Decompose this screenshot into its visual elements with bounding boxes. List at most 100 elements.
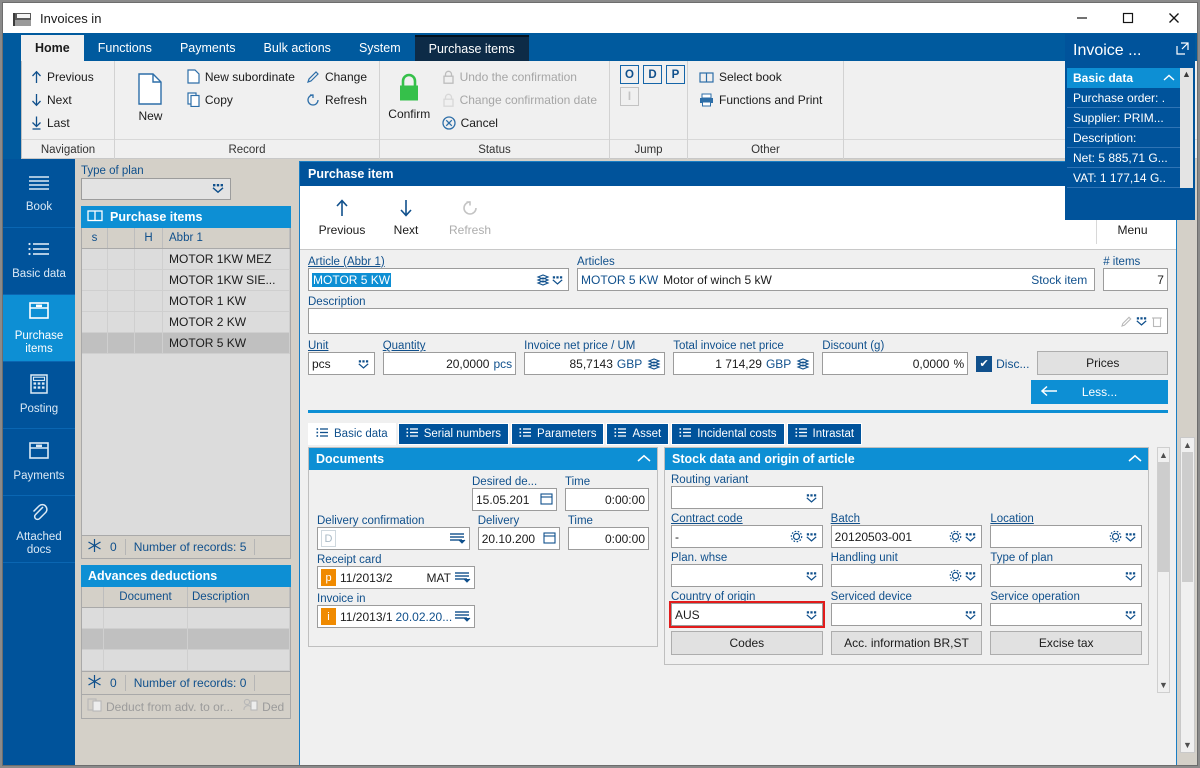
stack-icon[interactable]: [795, 357, 810, 371]
routing-variant-input[interactable]: [671, 486, 823, 509]
ribbon-tab-system[interactable]: System: [345, 35, 415, 61]
batch-input[interactable]: 20120503-001: [830, 525, 983, 548]
dropdown-icon[interactable]: [963, 531, 978, 543]
dropdown-icon[interactable]: [1123, 570, 1138, 582]
gear-icon[interactable]: [789, 530, 804, 543]
handling-unit-input[interactable]: [830, 564, 983, 587]
plan-whse-input[interactable]: [671, 564, 823, 587]
tab-intrastat[interactable]: Intrastat: [786, 423, 863, 445]
net-price-um-input[interactable]: 85,7143 GBP: [524, 352, 666, 375]
lines-menu-icon[interactable]: [454, 609, 471, 625]
close-icon[interactable]: [1151, 3, 1197, 33]
codes-button[interactable]: Codes: [671, 631, 823, 655]
maximize-icon[interactable]: [1105, 3, 1151, 33]
less-button[interactable]: Less...: [1031, 380, 1168, 404]
quantity-input[interactable]: 20,0000 pcs: [382, 352, 517, 375]
receipt-card-input[interactable]: p 11/2013/2 MAT: [317, 566, 475, 589]
articles-display[interactable]: MOTOR 5 KW Motor of winch 5 kW Stock ite…: [577, 268, 1096, 291]
minimize-icon[interactable]: [1059, 3, 1105, 33]
dropdown-icon[interactable]: [804, 609, 819, 621]
stack-icon[interactable]: [646, 357, 661, 371]
location-input[interactable]: [990, 525, 1143, 548]
dropdown-icon[interactable]: [963, 570, 978, 582]
article-input[interactable]: MOTOR 5 KW: [308, 268, 570, 291]
new-button[interactable]: New: [121, 65, 180, 123]
child-next-button[interactable]: Next: [374, 199, 438, 237]
adv-col-description[interactable]: Description: [188, 587, 290, 607]
scroll-up-arrow[interactable]: ▲: [1183, 438, 1192, 452]
chevron-up-icon[interactable]: [637, 452, 651, 466]
dropdown-icon[interactable]: [356, 358, 371, 370]
type-of-plan-stock-input[interactable]: [990, 564, 1143, 587]
table-row[interactable]: MOTOR 1KW MEZ: [82, 249, 290, 270]
main-content-scrollbar[interactable]: ▲ ▼: [1180, 437, 1195, 753]
serviced-device-input[interactable]: [830, 603, 983, 626]
grid-col-s[interactable]: s: [82, 228, 108, 248]
gear-icon[interactable]: [948, 530, 963, 543]
invoice-panel-section-basic-data[interactable]: Basic data: [1067, 68, 1180, 88]
grid-col-h[interactable]: H: [135, 228, 163, 248]
scroll-down-arrow[interactable]: ▼: [1183, 738, 1192, 752]
list-item[interactable]: [82, 629, 290, 650]
new-subordinate-button[interactable]: New subordinate: [184, 65, 301, 88]
popout-icon[interactable]: [1176, 42, 1189, 60]
calendar-icon[interactable]: [543, 531, 556, 547]
description-input[interactable]: [308, 308, 1168, 334]
disc-checkbox[interactable]: ✔: [976, 355, 993, 372]
stock-data-scrollbar[interactable]: ▲ ▼: [1157, 447, 1170, 693]
adv-col-blank[interactable]: [82, 587, 104, 607]
prices-button[interactable]: Prices: [1037, 351, 1169, 375]
type-of-plan-input[interactable]: [81, 178, 231, 200]
refresh-button[interactable]: Refresh: [303, 88, 373, 111]
total-net-price-input[interactable]: 1 714,29 GBP: [673, 352, 815, 375]
desired-time-input[interactable]: 0:00:00: [565, 488, 649, 511]
jump-p-button[interactable]: P: [666, 65, 685, 84]
trash-icon[interactable]: [1149, 315, 1164, 328]
sidebar-item-attached-docs[interactable]: Attached docs: [3, 496, 75, 563]
confirm-button[interactable]: Confirm: [386, 65, 433, 121]
contract-code-input[interactable]: -: [671, 525, 823, 548]
dropdown-icon[interactable]: [963, 609, 978, 621]
unit-input[interactable]: pcs: [308, 352, 375, 375]
dropdown-icon[interactable]: [804, 570, 819, 582]
chevron-up-icon[interactable]: [1163, 71, 1175, 85]
dropdown-icon[interactable]: [804, 531, 819, 543]
service-operation-input[interactable]: [990, 603, 1143, 626]
sidebar-item-book[interactable]: Book: [3, 161, 75, 228]
gear-icon[interactable]: [1108, 530, 1123, 543]
calendar-icon[interactable]: [540, 492, 553, 508]
table-row-selected[interactable]: MOTOR 5 KW: [82, 333, 290, 354]
jump-d-button[interactable]: D: [643, 65, 662, 84]
dropdown-icon[interactable]: [210, 182, 226, 197]
delivery-input[interactable]: 20.10.200: [477, 527, 560, 550]
scroll-down-arrow[interactable]: ▼: [1159, 678, 1168, 692]
select-book-button[interactable]: Select book: [696, 65, 828, 88]
dropdown-icon[interactable]: [1123, 531, 1138, 543]
snowflake-icon[interactable]: [87, 538, 102, 556]
functions-and-print-button[interactable]: Functions and Print: [696, 88, 828, 111]
stack-icon[interactable]: [535, 273, 550, 287]
list-item[interactable]: [82, 650, 290, 671]
delivery-confirmation-input[interactable]: D: [317, 527, 470, 550]
dropdown-icon[interactable]: [1134, 315, 1149, 327]
delivery-time-input[interactable]: 0:00:00: [567, 527, 649, 550]
sidebar-item-purchase-items[interactable]: Purchase items: [3, 295, 75, 362]
adv-col-document[interactable]: Document: [104, 587, 188, 607]
invoice-panel-scrollbar[interactable]: ▲: [1180, 68, 1193, 188]
tab-parameters[interactable]: Parameters: [511, 423, 605, 445]
ribbon-tab-functions[interactable]: Functions: [84, 35, 166, 61]
previous-button[interactable]: Previous: [28, 65, 100, 88]
copy-button[interactable]: Copy: [184, 88, 301, 111]
dropdown-icon[interactable]: [550, 274, 565, 286]
ribbon-tab-payments[interactable]: Payments: [166, 35, 250, 61]
lines-menu-icon[interactable]: [449, 531, 466, 547]
table-row[interactable]: MOTOR 1 KW: [82, 291, 290, 312]
chevron-up-icon[interactable]: [1128, 452, 1142, 466]
pencil-icon[interactable]: [1119, 315, 1134, 328]
items-count-input[interactable]: 7: [1103, 268, 1168, 291]
ribbon-tab-bulk-actions[interactable]: Bulk actions: [250, 35, 345, 61]
sidebar-item-basic-data[interactable]: Basic data: [3, 228, 75, 295]
desired-delivery-input[interactable]: 15.05.201: [472, 488, 557, 511]
cancel-button[interactable]: Cancel: [439, 111, 603, 134]
discount-input[interactable]: 0,0000 %: [822, 352, 969, 375]
